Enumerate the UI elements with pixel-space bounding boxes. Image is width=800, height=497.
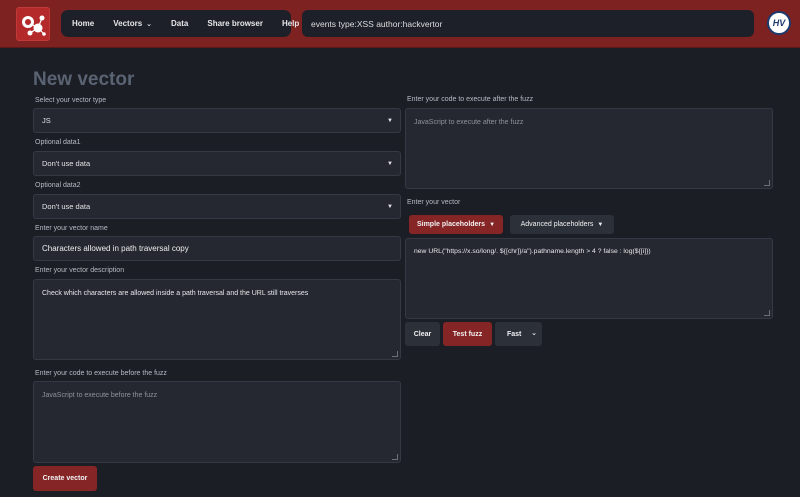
test-fuzz-button[interactable]: Test fuzz: [443, 322, 492, 346]
nav-data-label: Data: [171, 19, 189, 28]
vector-name-label: Enter your vector name: [35, 225, 108, 232]
chevron-down-icon: ⌄: [531, 330, 537, 337]
top-bar: Home Vectors ⌄ Data Share browser Help e…: [0, 0, 800, 48]
advanced-placeholders-label: Advanced placeholders: [520, 221, 594, 228]
chevron-down-icon: ⌄: [146, 20, 153, 28]
data1-select[interactable]: Don't use data ▼: [33, 151, 401, 176]
nav-help-label: Help: [281, 19, 300, 28]
speed-value: Fast: [507, 330, 522, 338]
bubbles-logo-icon[interactable]: [16, 7, 50, 41]
simple-placeholders-label: Simple placeholders: [416, 221, 486, 228]
nav-data[interactable]: Data: [171, 19, 188, 28]
nav-vectors-label: Vectors: [113, 19, 143, 28]
vector-name-input[interactable]: Characters allowed in path traversal cop…: [33, 236, 401, 261]
vector-type-value: JS: [42, 116, 51, 125]
vector-description-label: Enter your vector description: [35, 267, 125, 274]
simple-placeholders-button[interactable]: Simple placeholders ▼: [409, 215, 503, 234]
data1-label: Optional data1: [35, 139, 81, 146]
vector-type-label: Select your vector type: [35, 97, 107, 104]
search-input[interactable]: events type:XSS author:hackvertor: [302, 10, 754, 37]
caret-down-icon: ▼: [387, 161, 393, 167]
advanced-placeholders-button[interactable]: Advanced placeholders ▼: [510, 215, 614, 234]
nav-share-browser-label: Share browser: [207, 19, 263, 28]
resize-handle-icon[interactable]: [764, 310, 770, 316]
main-nav: Home Vectors ⌄ Data Share browser Help: [61, 10, 299, 37]
data2-label: Optional data2: [35, 182, 81, 189]
before-fuzz-textarea[interactable]: JavaScript to execute before the fuzz: [33, 381, 401, 463]
after-fuzz-textarea[interactable]: JavaScript to execute after the fuzz: [405, 108, 773, 189]
data2-value: Don't use data: [42, 202, 91, 211]
vector-label: Enter your vector: [407, 199, 461, 206]
nav-vectors[interactable]: Vectors ⌄: [113, 19, 152, 28]
caret-down-icon: ▼: [597, 221, 604, 228]
caret-down-icon: ▼: [387, 118, 393, 124]
caret-down-icon: ▼: [387, 204, 393, 210]
caret-down-icon: ▼: [489, 221, 496, 228]
nav-share-browser[interactable]: Share browser: [207, 19, 263, 28]
vector-description-textarea[interactable]: Check which characters are allowed insid…: [33, 279, 401, 360]
nav-home[interactable]: Home: [72, 19, 94, 28]
data1-value: Don't use data: [42, 159, 91, 168]
avatar[interactable]: HV: [767, 11, 791, 35]
resize-handle-icon[interactable]: [764, 180, 770, 186]
vector-textarea[interactable]: new URL("https://x.so/long/. ${[chr]}/a"…: [405, 238, 773, 319]
clear-button[interactable]: Clear: [405, 322, 440, 346]
resize-handle-icon[interactable]: [392, 454, 398, 460]
before-fuzz-placeholder: JavaScript to execute before the fuzz: [42, 392, 158, 399]
data2-select[interactable]: Don't use data ▼: [33, 194, 401, 219]
after-fuzz-label: Enter your code to execute after the fuz…: [407, 96, 534, 103]
before-fuzz-label: Enter your code to execute before the fu…: [35, 370, 167, 377]
nav-home-label: Home: [72, 19, 95, 28]
vector-description-value: Check which characters are allowed insid…: [42, 290, 309, 297]
vector-value: new URL("https://x.so/long/. ${[chr]}/a"…: [414, 248, 651, 255]
speed-select[interactable]: Fast ⌄: [495, 322, 542, 346]
page-title: New vector: [33, 69, 135, 90]
resize-handle-icon[interactable]: [392, 351, 398, 357]
vector-type-select[interactable]: JS ▼: [33, 108, 401, 133]
after-fuzz-placeholder: JavaScript to execute after the fuzz: [414, 119, 524, 126]
nav-help[interactable]: Help: [282, 19, 299, 28]
create-vector-button[interactable]: Create vector: [33, 466, 97, 491]
